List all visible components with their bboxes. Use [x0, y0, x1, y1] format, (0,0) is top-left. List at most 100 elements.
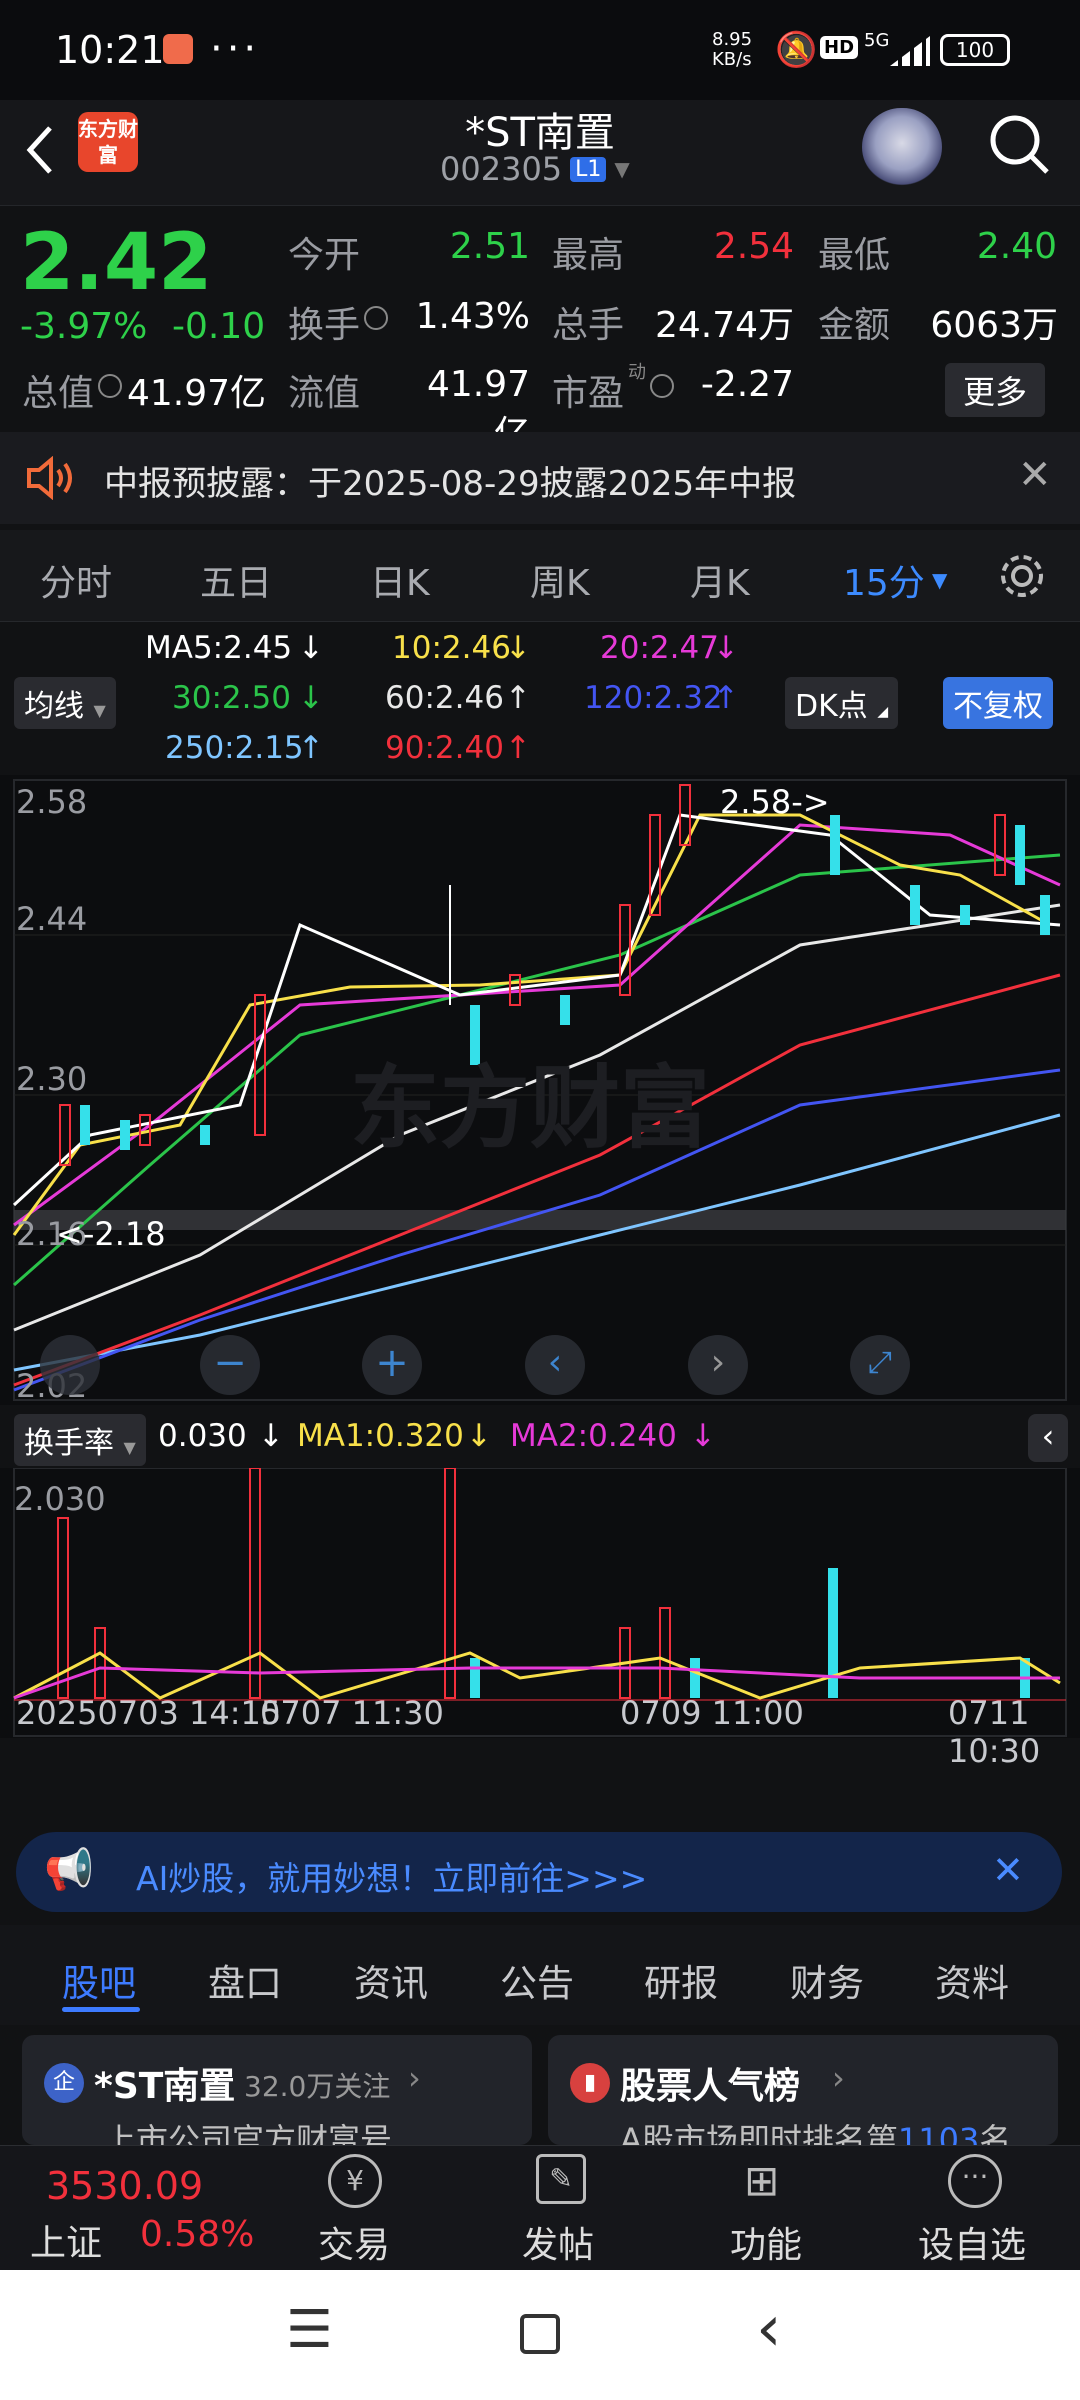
ma20-label: 20:2.47: [600, 630, 719, 666]
current-price: 2.42: [20, 218, 213, 308]
more-dots: ···: [210, 26, 261, 72]
y-label: 2.30: [16, 1060, 88, 1098]
ma-selector[interactable]: 均线 ▼: [14, 677, 116, 729]
function-label[interactable]: 功能: [730, 2216, 802, 2268]
low-value: 2.40: [976, 226, 1057, 267]
ma30-label: 30:2.50: [172, 680, 291, 716]
ma60-label: 60:2.46: [385, 680, 504, 716]
more-button[interactable]: 更多: [945, 363, 1046, 417]
y-label: 2.44: [16, 900, 88, 938]
notice-bar[interactable]: 中报预披露：于2025-08-29披露2025年中报 ✕: [0, 432, 1080, 524]
speaker-icon: [27, 456, 72, 500]
tab-15min[interactable]: 15分: [843, 554, 925, 606]
dk-point-button[interactable]: DK点 ◢: [785, 677, 899, 729]
search-icon[interactable]: [985, 110, 1055, 180]
menu-icon[interactable]: ☰: [286, 2300, 333, 2360]
robot-avatar-icon[interactable]: [862, 108, 942, 186]
indicator-selector-label: 换手率: [24, 1426, 114, 1461]
tab-orderbook[interactable]: 盘口: [208, 1953, 282, 2007]
tab-indicator: [62, 2007, 140, 2012]
grid-icon[interactable]: ⊞: [744, 2156, 779, 2205]
post-label[interactable]: 发帖: [522, 2216, 594, 2268]
indicator-ymax: 2.030: [14, 1480, 106, 1518]
mute-icon: 🔕: [775, 30, 818, 70]
pe-sup: 动: [628, 362, 646, 383]
tab-five-day[interactable]: 五日: [200, 554, 272, 606]
popularity-card[interactable]: ▮ 股票人气榜 › A股市场即时排名第1103名: [548, 2035, 1058, 2145]
gear-icon[interactable]: [996, 550, 1048, 602]
tab-monthly-k[interactable]: 月K: [690, 554, 750, 606]
x-label: 20250703 14:15: [16, 1694, 282, 1732]
trade-icon[interactable]: ¥: [328, 2154, 382, 2208]
arrow-down-icon: ↓: [258, 1418, 284, 1454]
close-icon[interactable]: ✕: [992, 1848, 1024, 1892]
content-tabs: 股吧 盘口 资讯 公告 研报 财务 资料: [0, 1925, 1080, 2025]
tab-intraday[interactable]: 分时: [40, 554, 112, 606]
net-speed: 8.95 KB/s: [712, 29, 753, 70]
info-icon[interactable]: [98, 374, 122, 398]
amount-value: 6063万: [930, 305, 1058, 346]
collapse-icon[interactable]: ‹: [1028, 1414, 1068, 1462]
tab-announcement[interactable]: 公告: [500, 1953, 574, 2007]
arrow-down-icon: ↓: [298, 630, 324, 666]
tab-forum[interactable]: 股吧: [62, 1953, 136, 2007]
ma120-label: 120:2.32: [584, 680, 723, 716]
no-adjust-button[interactable]: 不复权: [943, 677, 1053, 729]
battery-icon: 100: [940, 34, 1010, 66]
ranking-icon: ▮: [570, 2063, 610, 2103]
system-nav-bar: ☰ ‹: [0, 2270, 1080, 2400]
chevron-down-icon: ▼: [123, 1438, 136, 1457]
home-icon[interactable]: [520, 2314, 560, 2354]
tab-weekly-k[interactable]: 周K: [530, 554, 590, 606]
indicator-chart[interactable]: 2.030 20250703 14:15 0707 11:30 0709 11:…: [0, 1468, 1080, 1770]
arrow-down-icon: ↓: [466, 1418, 492, 1454]
zoom-out-icon[interactable]: −: [200, 1335, 260, 1395]
info-icon[interactable]: [650, 374, 674, 398]
follower-count: 32.0万关注: [244, 2070, 391, 2103]
info-icon[interactable]: [364, 306, 388, 330]
indicator-legend: 换手率 ▼ 0.030 ↓ MA1:0.320 ↓ MA2:0.240 ↓ ‹: [0, 1408, 1080, 1468]
add-watchlist-label[interactable]: 设自选: [918, 2216, 1026, 2268]
low-label: 最低: [818, 235, 891, 276]
stock-header: *ST南置 002305 L1 ▼: [0, 100, 1080, 205]
ma250-label: 250:2.15: [165, 730, 304, 766]
stock-code-row[interactable]: 002305 L1 ▼: [440, 150, 630, 188]
bottom-action-bar: 3530.09 上证 0.58% ¥ 交易 ✎ 发帖 ⊞ 功能 ··· 设自选: [0, 2145, 1080, 2270]
high-mark-value: 2.58: [720, 783, 792, 821]
zoom-in-icon[interactable]: +: [362, 1335, 422, 1395]
indicator-selector[interactable]: 换手率 ▼: [14, 1414, 146, 1466]
tab-research[interactable]: 研报: [644, 1953, 718, 2007]
float-cap-label: 流值: [288, 373, 361, 414]
tab-news[interactable]: 资讯: [354, 1953, 428, 2007]
company-name: *ST南置: [94, 2066, 236, 2107]
ma2-label: MA2:0.240: [510, 1418, 677, 1454]
turnover-indicator-value: 0.030: [158, 1418, 247, 1454]
tab-daily-k[interactable]: 日K: [370, 554, 430, 606]
zoom-out-left-icon[interactable]: [40, 1335, 100, 1395]
volume-value: 24.74万: [654, 305, 794, 346]
quote-panel: 2.42 -3.97% -0.10 今开 2.51 最高 2.54 最低 2.4…: [0, 205, 1080, 455]
kline-chart[interactable]: 东方财富 2.58 2.44 2.30 2.16 2.02 <-2.18 2.5…: [0, 775, 1080, 1405]
fullscreen-icon[interactable]: ⤢: [850, 1335, 910, 1395]
tab-profile[interactable]: 资料: [935, 1953, 1009, 2007]
index-name: 上证: [30, 2223, 103, 2264]
move-right-icon[interactable]: ›: [688, 1335, 748, 1395]
ai-banner[interactable]: 📢 AI炒股，就用妙想！立即前往>>> ✕: [16, 1832, 1062, 1912]
close-icon[interactable]: ✕: [1018, 452, 1052, 498]
popularity-title: 股票人气榜: [620, 2066, 801, 2107]
more-icon[interactable]: ···: [948, 2154, 1002, 2208]
high-label: 最高: [552, 235, 625, 276]
trade-label[interactable]: 交易: [318, 2216, 390, 2268]
index-value[interactable]: 3530.09: [46, 2164, 203, 2208]
dk-point-label: DK点: [795, 689, 868, 724]
company-card[interactable]: 企 *ST南置 32.0万关注 › 上市公司官方财富号: [22, 2035, 532, 2145]
tab-financials[interactable]: 财务: [790, 1953, 864, 2007]
edit-icon[interactable]: ✎: [536, 2154, 586, 2204]
volume-label: 总手: [552, 305, 625, 346]
move-left-icon[interactable]: ‹: [525, 1335, 585, 1395]
x-label: 0709 11:00: [620, 1694, 804, 1732]
signal-bars-icon: [890, 36, 930, 66]
amount-label: 金额: [818, 305, 891, 346]
nav-back-icon[interactable]: ‹: [756, 2292, 782, 2366]
arrow-down-icon: ↓: [713, 630, 739, 666]
